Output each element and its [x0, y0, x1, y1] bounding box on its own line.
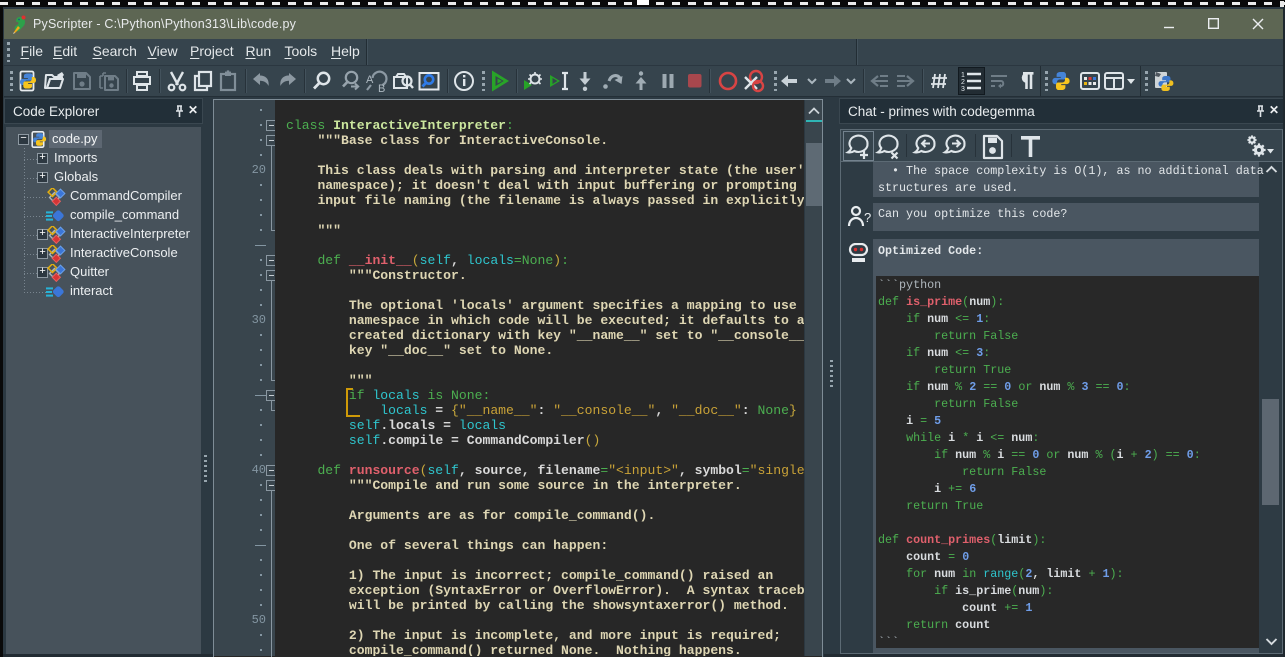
svg-text:2: 2 [961, 79, 965, 86]
svg-text:A: A [366, 74, 374, 86]
svg-text:3: 3 [961, 86, 965, 93]
svg-text:B: B [378, 83, 385, 93]
svg-text:?: ? [864, 210, 871, 225]
svg-text:1: 1 [961, 72, 965, 79]
